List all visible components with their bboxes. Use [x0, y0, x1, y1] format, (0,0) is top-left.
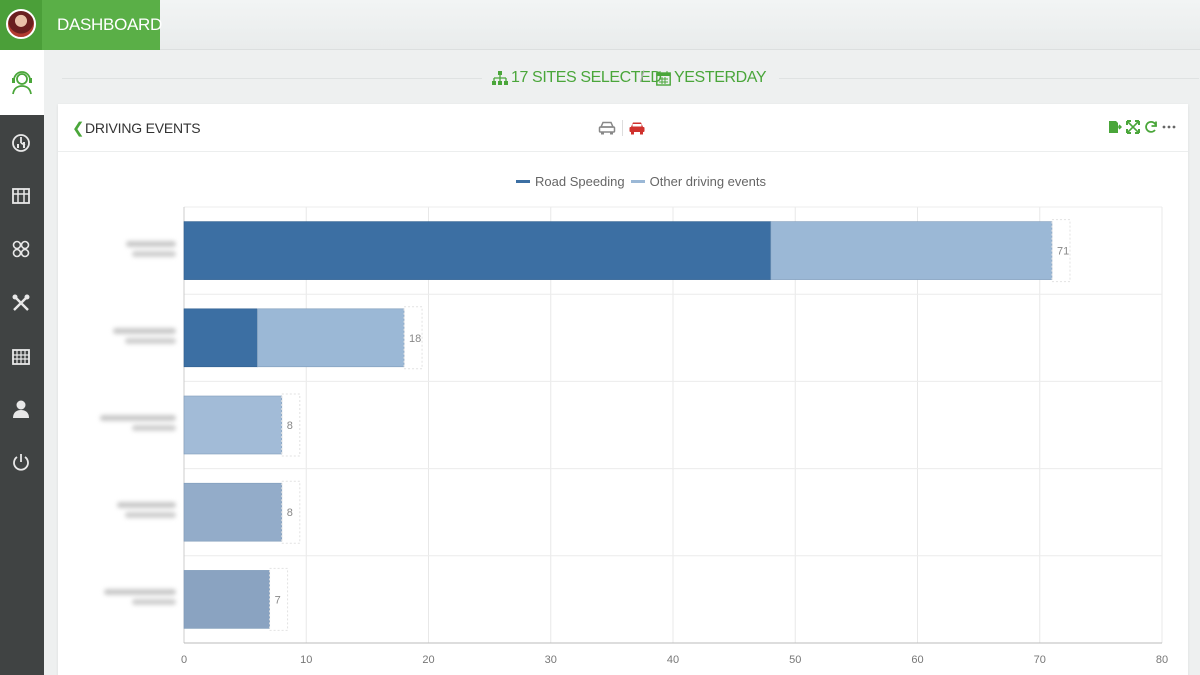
x-tick-label: 60	[911, 654, 923, 666]
x-tick-label: 70	[1034, 654, 1046, 666]
x-tick-label: 50	[789, 654, 801, 666]
blurred-text	[117, 502, 176, 509]
bar-road-speeding	[183, 308, 258, 368]
blurred-text	[132, 250, 176, 257]
blurred-text	[125, 512, 176, 519]
bar-other-events	[257, 308, 405, 368]
x-tick-label: 20	[422, 654, 434, 666]
y-category-label	[66, 412, 176, 431]
y-category-label	[66, 325, 176, 344]
y-category-label	[66, 586, 176, 606]
data-label: 7	[275, 594, 281, 606]
driving-events-bar-chart: 0 10 20 30 40 50 60 70 80 71 18 8 8 7	[181, 206, 1168, 666]
blurred-text	[132, 425, 176, 431]
blurred-text	[125, 337, 176, 344]
y-category-label	[66, 499, 176, 519]
y-category-label	[66, 238, 176, 257]
bar-road-speeding	[183, 221, 772, 280]
data-label: 8	[287, 507, 293, 519]
x-tick-label: 80	[1156, 654, 1168, 666]
bar-other-events	[183, 395, 283, 455]
blurred-text	[100, 415, 176, 421]
data-label: 8	[287, 420, 293, 432]
data-label: 18	[409, 333, 421, 345]
bar-other-events	[183, 482, 283, 542]
x-tick-label: 30	[545, 654, 557, 666]
x-tick-label: 40	[667, 654, 679, 666]
bar-other-events	[770, 221, 1053, 280]
x-tick-label: 10	[300, 654, 312, 666]
blurred-text	[132, 599, 176, 606]
x-tick-label: 0	[181, 654, 187, 666]
blurred-text	[126, 240, 176, 247]
bar-other-events	[183, 570, 270, 629]
blurred-text	[104, 589, 176, 596]
blurred-text	[113, 327, 176, 334]
data-label: 71	[1057, 246, 1069, 258]
